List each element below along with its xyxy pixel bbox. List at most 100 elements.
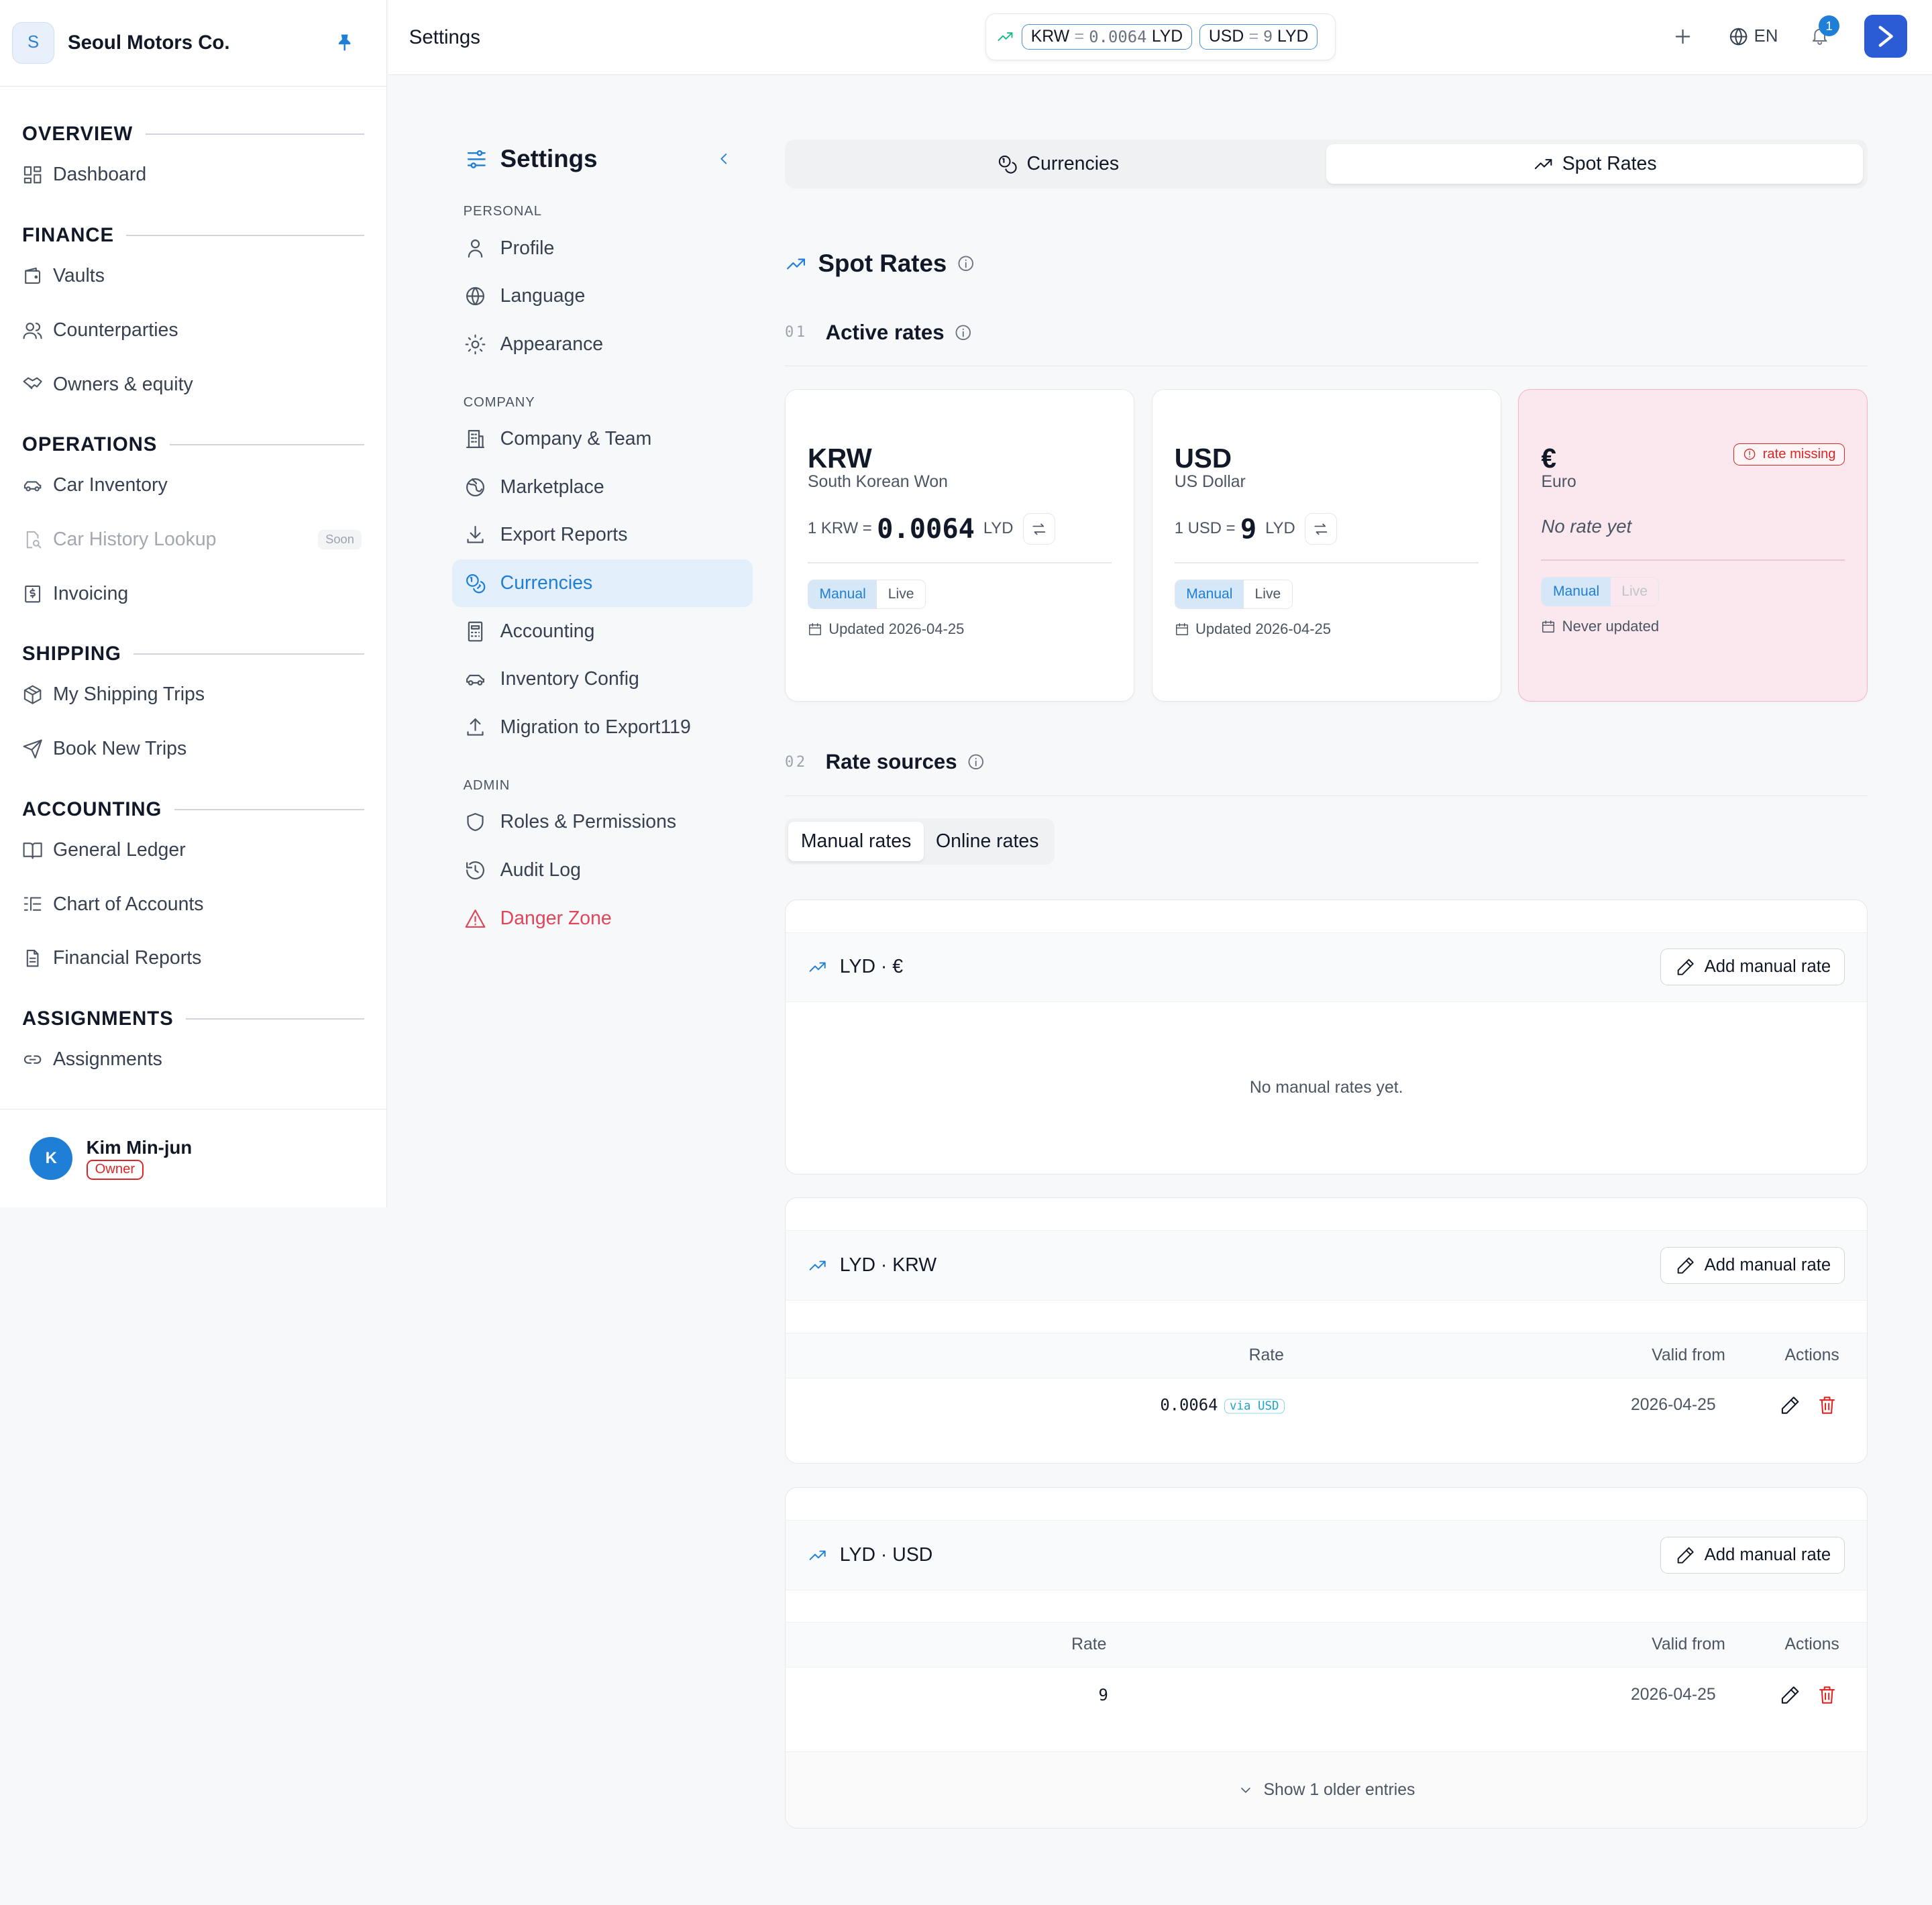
show-older-entries-button[interactable]: Show 1 older entries bbox=[785, 1751, 1868, 1829]
add-manual-rate-button[interactable]: Add manual rate bbox=[1660, 1536, 1845, 1574]
rate-card-krw[interactable]: KRW South Korean Won 1 KRW = 0.0064 LYD … bbox=[784, 388, 1134, 702]
info-icon[interactable] bbox=[954, 323, 973, 342]
rate-panel-lyd-usd: LYD · USD Add manual rate Rate Valid fro… bbox=[784, 1487, 1868, 1829]
company-switcher[interactable]: S Seoul Motors Co. bbox=[0, 0, 386, 87]
tab-spot-rates[interactable]: Spot Rates bbox=[1326, 144, 1864, 184]
settings-item-inventory-config[interactable]: Inventory Config bbox=[452, 655, 753, 704]
calendar-icon bbox=[1542, 620, 1555, 633]
collapse-button[interactable] bbox=[714, 150, 733, 168]
pencil-icon[interactable] bbox=[1780, 1395, 1801, 1415]
main-nav: OVERVIEW Dashboard FINANCE Vaults Counte… bbox=[0, 87, 386, 1087]
trash-icon[interactable] bbox=[1817, 1684, 1837, 1705]
launcher-button[interactable] bbox=[1864, 15, 1908, 58]
settings-item-appearance[interactable]: Appearance bbox=[452, 321, 753, 369]
box-icon bbox=[23, 685, 42, 704]
add-manual-rate-button[interactable]: Add manual rate bbox=[1660, 1247, 1845, 1285]
rate-source-tabs: Manual rates Online rates bbox=[784, 818, 1055, 865]
settings-item-migration[interactable]: Migration to Export119 bbox=[452, 704, 753, 752]
settings-item-danger-zone[interactable]: Danger Zone bbox=[452, 894, 753, 942]
tab-manual-rates[interactable]: Manual rates bbox=[788, 822, 924, 861]
language-switcher[interactable]: EN bbox=[1728, 26, 1778, 47]
upload-icon bbox=[467, 718, 484, 736]
tab-currencies[interactable]: Currencies bbox=[790, 144, 1326, 184]
alert-circle-icon bbox=[1744, 449, 1756, 460]
invoice-icon bbox=[25, 585, 41, 602]
settings-item-profile[interactable]: Profile bbox=[452, 224, 753, 272]
nav-item-invoicing[interactable]: Invoicing bbox=[0, 567, 386, 621]
add-button[interactable] bbox=[1672, 25, 1694, 48]
file-icon bbox=[26, 950, 39, 967]
source-toggle[interactable]: Manual Live bbox=[1541, 577, 1660, 607]
trash-icon[interactable] bbox=[1817, 1395, 1837, 1415]
send-icon bbox=[23, 739, 42, 759]
settings-item-company-team[interactable]: Company & Team bbox=[452, 415, 753, 464]
swap-button[interactable] bbox=[1023, 512, 1055, 545]
rate-panel-lyd-eur: LYD · € Add manual rate No manual rates … bbox=[784, 899, 1868, 1175]
nav-item-dashboard[interactable]: Dashboard bbox=[0, 148, 386, 202]
pencil-icon bbox=[1678, 1547, 1695, 1564]
live-option[interactable]: Live bbox=[1244, 580, 1292, 608]
live-option[interactable]: Live bbox=[877, 580, 925, 608]
nav-item-general-ledger[interactable]: General Ledger bbox=[0, 823, 386, 877]
rate-card-usd[interactable]: USD US Dollar 1 USD = 9 LYD Manual Live … bbox=[1151, 388, 1501, 702]
wallet-icon bbox=[25, 267, 41, 284]
user-name: Kim Min-jun bbox=[86, 1137, 193, 1158]
manual-option[interactable]: Manual bbox=[808, 580, 877, 609]
empty-state: No manual rates yet. bbox=[1249, 1078, 1403, 1097]
settings-item-export-reports[interactable]: Export Reports bbox=[452, 511, 753, 559]
pencil-icon bbox=[1678, 959, 1695, 975]
currency-name: US Dollar bbox=[1174, 473, 1246, 492]
swap-button[interactable] bbox=[1305, 512, 1338, 545]
manual-option[interactable]: Manual bbox=[1175, 580, 1244, 609]
pencil-icon[interactable] bbox=[1780, 1684, 1801, 1705]
rate-ticker[interactable]: KRW = 0.0064 LYD USD = 9 LYD bbox=[985, 13, 1336, 60]
user-profile[interactable]: K Kim Min-jun Owner bbox=[0, 1109, 386, 1207]
settings-group-company: COMPANY bbox=[463, 394, 535, 410]
car-icon bbox=[466, 675, 485, 686]
notifications-button[interactable]: 1 bbox=[1810, 15, 1840, 46]
rate-card-eur[interactable]: € Euro rate missing No rate yet Manual L… bbox=[1518, 388, 1868, 702]
link-icon bbox=[23, 1055, 42, 1064]
rate-sources-heading: Rate sources bbox=[825, 750, 957, 773]
trending-up-icon bbox=[809, 962, 826, 973]
nav-item-my-shipping-trips[interactable]: My Shipping Trips bbox=[0, 667, 386, 722]
active-rates-heading: Active rates bbox=[825, 320, 945, 344]
info-icon[interactable] bbox=[967, 753, 985, 771]
nav-item-assignments[interactable]: Assignments bbox=[0, 1032, 386, 1087]
settings-item-currencies[interactable]: Currencies bbox=[452, 559, 753, 608]
settings-title: Settings bbox=[500, 144, 598, 172]
pin-icon[interactable] bbox=[335, 33, 354, 52]
nav-item-book-new-trips[interactable]: Book New Trips bbox=[0, 722, 386, 776]
swap-icon bbox=[1032, 523, 1046, 535]
ticker-chip-usd[interactable]: USD = 9 LYD bbox=[1199, 24, 1318, 50]
settings-item-roles-permissions[interactable]: Roles & Permissions bbox=[452, 798, 753, 847]
tab-online-rates[interactable]: Online rates bbox=[924, 822, 1051, 861]
currency-name: Euro bbox=[1541, 473, 1576, 492]
dashboard-icon bbox=[23, 166, 42, 184]
nav-item-car-history-lookup[interactable]: Car History Lookup Soon bbox=[0, 512, 386, 567]
nav-item-owners-equity[interactable]: Owners & equity bbox=[0, 358, 386, 412]
nav-item-counterparties[interactable]: Counterparties bbox=[0, 303, 386, 358]
settings-item-audit-log[interactable]: Audit Log bbox=[452, 847, 753, 895]
nav-item-car-inventory[interactable]: Car Inventory bbox=[0, 458, 386, 512]
ticker-chip-krw[interactable]: KRW = 0.0064 LYD bbox=[1021, 24, 1193, 50]
valid-from-cell: 2026-04-25 bbox=[1630, 1685, 1716, 1704]
settings-item-marketplace[interactable]: Marketplace bbox=[452, 464, 753, 512]
settings-item-language[interactable]: Language bbox=[452, 272, 753, 321]
via-badge: via USD bbox=[1224, 1399, 1285, 1414]
nav-section-accounting: ACCOUNTING bbox=[0, 796, 386, 822]
nav-item-financial-reports[interactable]: Financial Reports bbox=[0, 931, 386, 985]
rate-cell: 9 bbox=[1098, 1685, 1108, 1704]
nav-section-finance: FINANCE bbox=[0, 222, 386, 249]
table-header: Rate Valid from Actions bbox=[785, 1622, 1868, 1668]
nav-section-assignments: ASSIGNMENTS bbox=[0, 1005, 386, 1032]
manual-option[interactable]: Manual bbox=[1542, 578, 1611, 606]
settings-group-admin: ADMIN bbox=[463, 777, 511, 793]
info-icon[interactable] bbox=[957, 254, 975, 273]
nav-item-vaults[interactable]: Vaults bbox=[0, 249, 386, 303]
source-toggle[interactable]: Manual Live bbox=[808, 579, 926, 610]
nav-item-chart-of-accounts[interactable]: Chart of Accounts bbox=[0, 877, 386, 932]
add-manual-rate-button[interactable]: Add manual rate bbox=[1660, 948, 1845, 986]
settings-item-accounting[interactable]: Accounting bbox=[452, 607, 753, 655]
source-toggle[interactable]: Manual Live bbox=[1174, 579, 1293, 610]
